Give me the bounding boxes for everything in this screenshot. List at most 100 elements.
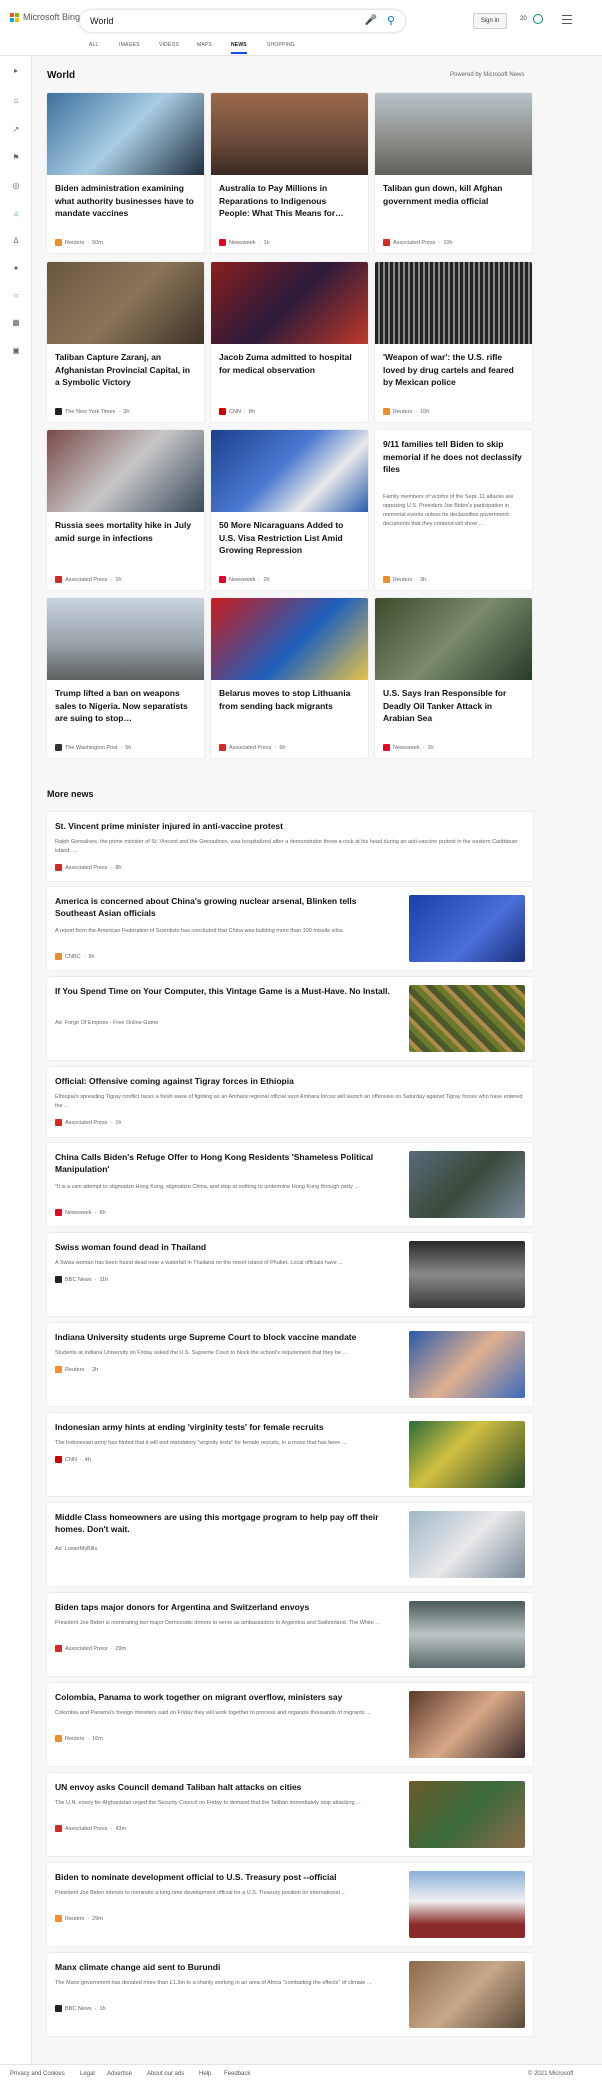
news-title: 'Weapon of war': the U.S. rifle loved by… <box>383 352 514 387</box>
news-source: Reuters · 16m <box>55 1735 103 1742</box>
flag-icon[interactable]: ⚑ <box>11 153 21 163</box>
news-thumbnail <box>409 1781 525 1848</box>
list-item[interactable]: Indonesian army hints at ending 'virgini… <box>47 1413 533 1496</box>
news-source: BBC News · 1h <box>55 2005 106 2012</box>
news-thumbnail <box>409 1511 525 1578</box>
news-thumbnail <box>409 1241 525 1308</box>
news-thumbnail <box>409 1871 525 1938</box>
source-logo-icon <box>55 1915 62 1922</box>
news-card[interactable]: Russia sees mortality hike in July amid … <box>47 430 204 590</box>
tab-videos[interactable]: VIDEOS <box>159 42 179 48</box>
rewards-icon[interactable] <box>533 14 543 24</box>
news-description: A report from the American Federation of… <box>55 928 345 934</box>
news-title: Biden to nominate development official t… <box>55 1872 337 1882</box>
news-card[interactable]: Taliban Capture Zaranj, an Afghanistan P… <box>47 262 204 422</box>
copyright: © 2021 Microsoft <box>528 2071 574 2077</box>
news-card[interactable]: 50 More Nicaraguans Added to U.S. Visa R… <box>211 430 368 590</box>
list-item[interactable]: China Calls Biden's Refuge Offer to Hong… <box>47 1143 533 1226</box>
source-logo-icon <box>55 2005 62 2012</box>
news-title: Indiana University students urge Supreme… <box>55 1332 357 1342</box>
tab-shopping[interactable]: SHOPPING <box>267 42 295 48</box>
news-title: China Calls Biden's Refuge Offer to Hong… <box>55 1152 374 1174</box>
list-item[interactable]: Indiana University students urge Supreme… <box>47 1323 533 1406</box>
news-source: Reuters · 3h <box>383 576 426 583</box>
section-title: World <box>47 70 76 81</box>
search-input[interactable]: World 🎤 ⚲ <box>80 10 405 32</box>
list-item[interactable]: Manx climate change aid sent to Burundi … <box>47 1953 533 2036</box>
list-item[interactable]: Swiss woman found dead in Thailand A Swi… <box>47 1233 533 1316</box>
sports-icon[interactable]: ○ <box>11 291 21 301</box>
rewards-points[interactable]: 20 <box>520 16 527 22</box>
news-source: Associated Press · 6h <box>219 744 285 751</box>
news-description: Students at Indiana University on Friday… <box>55 1350 348 1356</box>
source-logo-icon <box>55 1366 62 1373</box>
news-image <box>47 93 204 175</box>
trending-icon[interactable]: ↗ <box>11 125 21 135</box>
politics-icon[interactable]: ▦ <box>11 318 21 328</box>
tab-images[interactable]: IMAGES <box>119 42 140 48</box>
news-title: America is concerned about China's growi… <box>55 896 357 918</box>
news-image <box>47 430 204 512</box>
list-item[interactable]: St. Vincent prime minister injured in an… <box>47 812 533 881</box>
footer-link-legal[interactable]: Legal <box>80 2071 95 2077</box>
logo-text: Microsoft Bing <box>23 12 81 22</box>
news-card[interactable]: Taliban gun down, kill Afghan government… <box>375 93 532 253</box>
signin-button[interactable]: Sign in <box>473 13 507 29</box>
news-card[interactable]: Belarus moves to stop Lithuania from sen… <box>211 598 368 758</box>
location-icon[interactable]: ◎ <box>11 181 21 191</box>
news-card[interactable]: Trump lifted a ban on weapons sales to N… <box>47 598 204 758</box>
list-item[interactable]: Biden to nominate development official t… <box>47 1863 533 1946</box>
list-item[interactable]: Colombia, Panama to work together on mig… <box>47 1683 533 1766</box>
news-title: Middle Class homeowners are using this m… <box>55 1512 379 1534</box>
search-icon[interactable]: ⚲ <box>387 14 395 27</box>
news-card[interactable]: 9/11 families tell Biden to skip memoria… <box>375 430 532 590</box>
news-image <box>47 262 204 344</box>
entertainment-icon[interactable]: ▣ <box>11 346 21 356</box>
list-item[interactable]: Middle Class homeowners are using this m… <box>47 1503 533 1586</box>
footer-link-privacy[interactable]: Privacy and Cookies <box>10 2071 65 2077</box>
scope-tabs: ALL IMAGES VIDEOS MAPS NEWS SHOPPING <box>0 36 602 56</box>
news-card[interactable]: 'Weapon of war': the U.S. rifle loved by… <box>375 262 532 422</box>
tab-all[interactable]: ALL <box>89 42 99 48</box>
ad-source: Ad LowerMyBills <box>55 1546 98 1552</box>
source-logo-icon <box>219 744 226 751</box>
news-title: Colombia, Panama to work together on mig… <box>55 1692 343 1702</box>
globe-icon[interactable]: ☼ <box>11 209 21 219</box>
news-description: President Joe Biden is nominating two ma… <box>55 1620 380 1626</box>
microphone-icon[interactable]: 🎤 <box>365 15 377 26</box>
hamburger-menu-icon[interactable] <box>562 15 572 27</box>
tab-maps[interactable]: MAPS <box>197 42 212 48</box>
news-source: Associated Press · 8h <box>55 864 121 871</box>
news-source: Newsweek · 1h <box>219 239 270 246</box>
science-icon[interactable]: ✦ <box>11 264 21 274</box>
expand-icon[interactable]: ▸ <box>11 66 21 76</box>
list-item[interactable]: America is concerned about China's growi… <box>47 887 533 970</box>
news-description: Ethiopia's spreading Tigray conflict fac… <box>55 1094 523 1109</box>
news-card[interactable]: Jacob Zuma admitted to hospital for medi… <box>211 262 368 422</box>
news-card[interactable]: Australia to Pay Millions in Reparations… <box>211 93 368 253</box>
business-icon[interactable]: ∆ <box>11 236 21 246</box>
news-card[interactable]: U.S. Says Iran Responsible for Deadly Oi… <box>375 598 532 758</box>
footer-link-about-ads[interactable]: About our ads <box>147 2071 184 2077</box>
news-source: Associated Press · 10h <box>383 239 453 246</box>
footer-link-advertise[interactable]: Advertise <box>107 2071 132 2077</box>
microsoft-logo-icon <box>10 12 19 22</box>
news-image <box>47 598 204 680</box>
news-image <box>375 93 532 175</box>
home-icon[interactable]: ⌂ <box>11 96 21 106</box>
powered-by[interactable]: Powered by Microsoft News <box>450 72 524 78</box>
news-title: Swiss woman found dead in Thailand <box>55 1242 207 1252</box>
list-item[interactable]: If You Spend Time on Your Computer, this… <box>47 977 533 1060</box>
list-item[interactable]: Official: Offensive coming against Tigra… <box>47 1067 533 1137</box>
footer-link-help[interactable]: Help <box>199 2071 211 2077</box>
source-logo-icon <box>55 1456 62 1463</box>
bing-logo[interactable]: Microsoft Bing <box>10 12 80 22</box>
news-card[interactable]: Biden administration examining what auth… <box>47 93 204 253</box>
list-item[interactable]: UN envoy asks Council demand Taliban hal… <box>47 1773 533 1856</box>
footer-link-feedback[interactable]: Feedback <box>224 2071 250 2077</box>
news-description: "It is a vain attempt to stigmatize Hong… <box>55 1184 360 1190</box>
tab-news[interactable]: NEWS <box>231 42 247 54</box>
footer: Privacy and Cookies Legal Advertise Abou… <box>0 2064 602 2083</box>
list-item[interactable]: Biden taps major donors for Argentina an… <box>47 1593 533 1676</box>
search-value: World <box>90 16 114 26</box>
